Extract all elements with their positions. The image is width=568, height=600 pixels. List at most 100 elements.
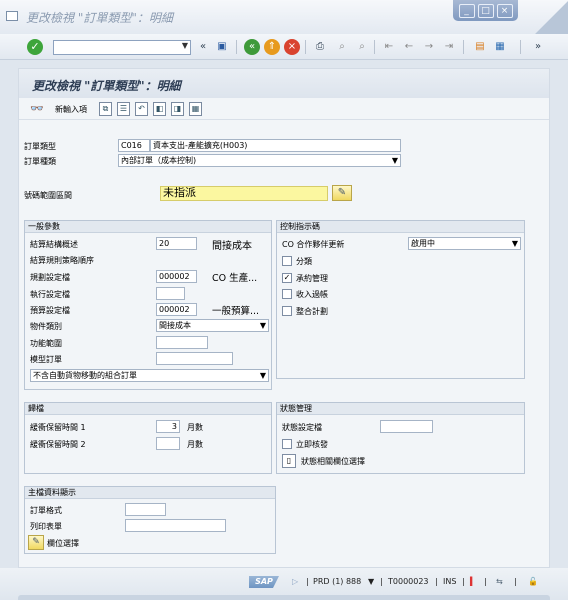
planning-profile-text: CO 生產... [212, 273, 258, 284]
application-toolbar: 👓 新輸入項 ⧉ ☰ ↶ ◧ ◨ ▦ [19, 98, 549, 120]
undo-icon[interactable]: ↶ [135, 102, 148, 116]
system-info: PRD (1) 888 [313, 577, 362, 586]
master-data-group: 主檔資料顯示 訂單格式 列印表單 ✎ 欄位選擇 [24, 486, 276, 554]
budget-profile-field[interactable]: 000002 [156, 303, 197, 316]
settlement-rule-label: 結算規則策略順序 [30, 256, 94, 265]
delete-icon[interactable]: ☰ [117, 102, 130, 116]
execution-profile-field[interactable] [156, 287, 185, 300]
chevron-down-icon[interactable]: ▼ [512, 238, 518, 249]
commitment-checkbox[interactable]: ✓ [282, 273, 292, 283]
minimize-button[interactable]: _ [458, 3, 475, 18]
window-title: 更改檢視 "訂單類型"：明細 [26, 11, 173, 25]
budget-profile-text: 一般預算... [212, 306, 260, 317]
release-immediately-checkbox[interactable] [282, 439, 292, 449]
classification-checkbox[interactable] [282, 256, 292, 266]
toolbar-separator [520, 40, 521, 54]
cancel-icon[interactable]: × [284, 39, 300, 55]
chevron-down-icon[interactable]: ▼ [260, 320, 266, 331]
play-icon[interactable]: ▷ [292, 577, 298, 586]
copy-icon[interactable]: ⧉ [99, 102, 112, 116]
new-entries-button[interactable]: 新輸入項 [55, 104, 87, 115]
status-field-selection-icon[interactable]: ▯ [282, 454, 296, 468]
order-category-select[interactable]: 內部訂單（成本控制) ▼ [118, 154, 401, 167]
field-selection-button[interactable]: 欄位選擇 [47, 538, 79, 549]
next-page-icon[interactable]: → [421, 39, 437, 55]
main-content: 更改檢視 "訂單類型"：明細 👓 新輸入項 ⧉ ☰ ↶ ◧ ◨ ▦ 訂單類型 C… [18, 68, 550, 568]
sap-logo: SAP [249, 576, 279, 588]
insert-mode: INS [443, 577, 457, 586]
order-layout-field[interactable] [125, 503, 166, 516]
functional-area-field[interactable] [156, 336, 208, 349]
window-controls: _ □ × [453, 0, 518, 21]
find-icon[interactable]: ⌕ [334, 39, 350, 55]
find-next-icon[interactable]: ⌕ [354, 39, 370, 55]
maximize-button[interactable]: □ [477, 3, 494, 18]
toolbar-separator [463, 40, 464, 54]
residence-time-1-label: 緩衝保留時間 1 [30, 423, 86, 432]
co-partner-select[interactable]: 啟用中 ▼ [408, 237, 521, 250]
toolbar-separator [236, 40, 237, 54]
revenue-checkbox[interactable] [282, 289, 292, 299]
order-type-code-field[interactable]: C016 [118, 139, 150, 152]
order-type-label: 訂單類型 [24, 142, 56, 151]
order-category-label: 訂單種類 [24, 157, 56, 166]
back-icon[interactable]: « [244, 39, 260, 55]
previous-entry-icon[interactable]: ◧ [153, 102, 166, 116]
save-icon[interactable]: ▣ [214, 39, 230, 55]
last-page-icon[interactable]: ⇥ [441, 39, 457, 55]
new-session-icon[interactable]: ▤ [472, 39, 488, 55]
activity-icon: ▍ [470, 577, 477, 586]
goods-movement-select[interactable]: 不含自動貨物移動的組合訂單 ▼ [30, 369, 269, 382]
display-change-icon[interactable]: 👓 [30, 102, 44, 115]
more-icon[interactable]: » [530, 39, 546, 55]
sep-icon: | [462, 577, 465, 586]
shortcut-icon[interactable]: ▦ [492, 39, 508, 55]
chevron-down-icon[interactable]: ▼ [260, 370, 266, 381]
select-all-icon[interactable]: ▦ [189, 102, 202, 116]
command-field[interactable]: ▼ [53, 40, 191, 55]
status-management-group: 狀態管理 狀態設定檔 立即核發 ▯ 狀態相關欄位選擇 [276, 402, 525, 474]
number-range-field[interactable]: 未指派 [160, 186, 328, 201]
status-profile-field[interactable] [380, 420, 433, 433]
model-order-field[interactable] [156, 352, 233, 365]
execution-profile-label: 執行設定檔 [30, 290, 70, 299]
chevron-down-icon[interactable]: ▼ [392, 155, 398, 166]
status-field-selection-button[interactable]: 狀態相關欄位選擇 [301, 456, 365, 467]
settlement-profile-field[interactable]: 20 [156, 237, 197, 250]
residence-time-2-label: 緩衝保留時間 2 [30, 440, 86, 449]
exit-icon[interactable]: ⇑ [264, 39, 280, 55]
close-button[interactable]: × [496, 3, 513, 18]
system-dropdown-icon[interactable]: ▼ [368, 577, 374, 586]
window-menu-icon[interactable] [6, 11, 18, 21]
release-immediately-label: 立即核發 [296, 440, 328, 449]
collapse-command-icon[interactable]: « [195, 39, 211, 55]
next-entry-icon[interactable]: ◨ [171, 102, 184, 116]
order-type-desc-field[interactable]: 資本支出-產能擴充(H003) [150, 139, 401, 152]
residence-time-1-field[interactable]: 3 [156, 420, 180, 433]
general-parameters-title: 一般參數 [25, 221, 271, 233]
object-class-select[interactable]: 間接成本 ▼ [156, 319, 269, 332]
sep-icon: | [484, 577, 487, 586]
transfer-icon[interactable]: ⇆ [496, 577, 503, 586]
print-form-label: 列印表單 [30, 522, 62, 531]
title-bar: 更改檢視 "訂單類型"：明細 _ □ × [0, 0, 568, 34]
toolbar-separator [374, 40, 375, 54]
chevron-down-icon[interactable]: ▼ [182, 41, 188, 50]
control-indicators-group: 控制指示碼 CO 合作夥伴更新 啟用中 ▼ 分類 ✓ 承約管理 收入過帳 整合計… [276, 220, 525, 379]
lock-icon[interactable]: 🔓 [528, 577, 538, 586]
print-form-field[interactable] [125, 519, 226, 532]
residence-time-2-field[interactable] [156, 437, 180, 450]
sep-icon: | [435, 577, 438, 586]
prev-page-icon[interactable]: ← [401, 39, 417, 55]
integrated-planning-checkbox[interactable] [282, 306, 292, 316]
edit-number-range-button[interactable]: ✎ [332, 185, 352, 201]
planning-profile-field[interactable]: 000002 [156, 270, 197, 283]
field-selection-icon[interactable]: ✎ [28, 535, 44, 550]
server-info: T0000023 [388, 577, 429, 586]
print-icon[interactable]: ⎙ [312, 39, 328, 55]
planning-profile-label: 規劃設定檔 [30, 273, 70, 282]
standard-toolbar: ✓ ▼ « ▣ « ⇑ × ⎙ ⌕ ⌕ ⇤ ← → ⇥ ▤ ▦ » [0, 34, 568, 60]
enter-icon[interactable]: ✓ [27, 39, 43, 55]
first-page-icon[interactable]: ⇤ [381, 39, 397, 55]
residence-time-1-unit: 月數 [187, 423, 203, 432]
